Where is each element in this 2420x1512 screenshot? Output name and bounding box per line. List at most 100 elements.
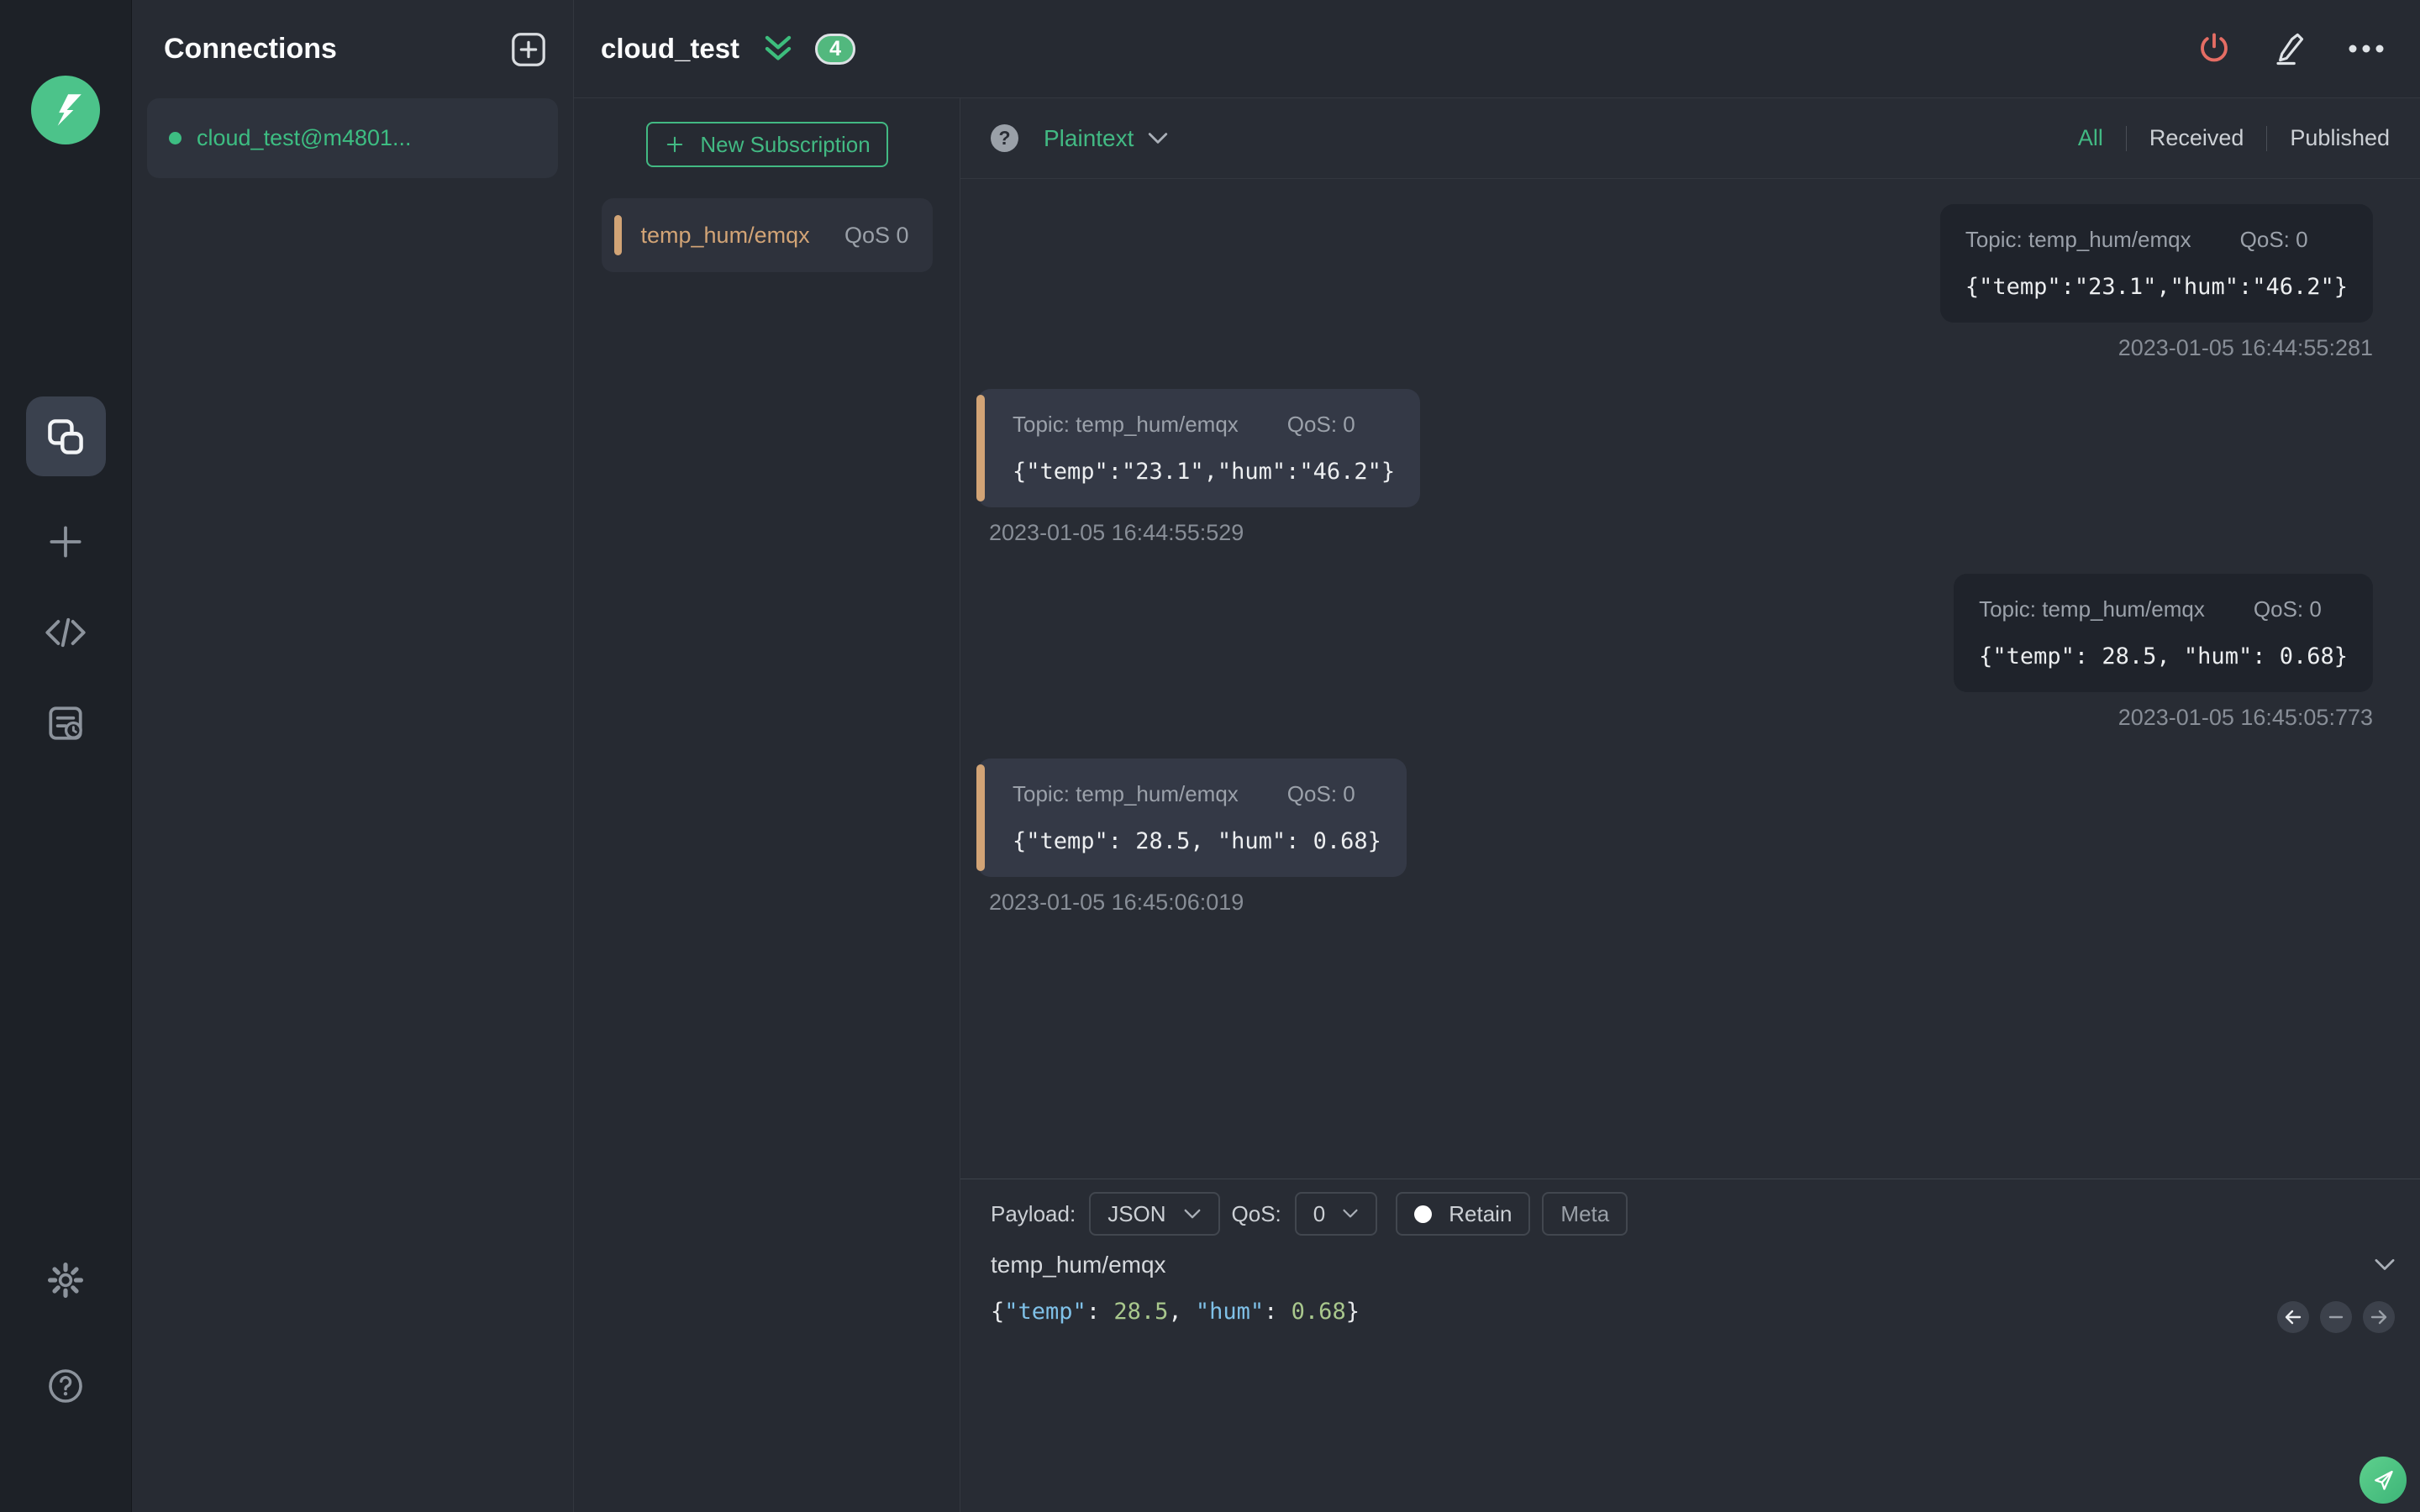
received-color-bar [976, 395, 985, 501]
message-payload: {"temp":"23.1","hum":"46.2"} [1013, 459, 1396, 485]
minus-icon [2328, 1315, 2344, 1319]
editor-token: } [1345, 1299, 1360, 1325]
mqttx-app: Connections cloud_test@m4801... cloud_te… [0, 0, 2420, 1512]
chevron-down-icon [1149, 132, 1168, 144]
message-bubble: Topic: temp_hum/emqx QoS: 0 {"temp":"23.… [976, 389, 1421, 507]
nav-rail-bottom-group [26, 1255, 106, 1411]
message-count-badge: 4 [815, 33, 856, 65]
message-published: Topic: temp_hum/emqx QoS: 0 {"temp": 28.… [977, 574, 2373, 731]
nav-rail [0, 0, 132, 1512]
nav-script-button[interactable] [26, 607, 106, 658]
mqttx-logo-icon [31, 76, 100, 144]
nav-rail-top-group [25, 396, 106, 748]
message-qos: QoS: 0 [1286, 781, 1355, 806]
collapse-editor-button[interactable] [2373, 1257, 2396, 1273]
filter-divider [2125, 125, 2127, 151]
nav-new-connection-button[interactable] [26, 517, 106, 567]
message-received: Topic: temp_hum/emqx QoS: 0 {"temp": 28.… [976, 759, 2373, 916]
messages-toolbar: ? Plaintext All Received Published [960, 98, 2420, 179]
message-published: Topic: temp_hum/emqx QoS: 0 {"temp":"23.… [977, 204, 2373, 361]
editor-token: : [1086, 1299, 1114, 1325]
new-subscription-label: New Subscription [700, 131, 871, 157]
message-meta: Topic: temp_hum/emqx QoS: 0 [1013, 781, 1381, 807]
history-prev-button[interactable] [2277, 1301, 2309, 1333]
received-color-bar [976, 764, 985, 871]
publish-panel: Payload: JSON QoS: 0 Retain Meta temp_hu… [960, 1179, 2420, 1512]
connection-topbar: cloud_test 4 [574, 0, 2420, 98]
message-qos: QoS: 0 [2239, 227, 2308, 252]
payload-format-select[interactable]: JSON [1089, 1192, 1220, 1236]
filter-received[interactable]: Received [2149, 125, 2244, 151]
gear-icon [48, 1263, 83, 1298]
retain-toggle[interactable]: Retain [1396, 1192, 1531, 1236]
editor-token: "hum" [1195, 1299, 1265, 1325]
qos-select[interactable]: 0 [1294, 1192, 1378, 1236]
message-bubble: Topic: temp_hum/emqx QoS: 0 {"temp":"23.… [1939, 204, 2373, 323]
connections-header: Connections [132, 0, 573, 98]
retain-radio-icon [1414, 1205, 1433, 1223]
connection-title: cloud_test [601, 33, 740, 64]
editor-token: { [991, 1299, 1005, 1325]
code-icon [45, 617, 86, 648]
plus-icon [50, 526, 82, 558]
message-payload: {"temp":"23.1","hum":"46.2"} [1965, 274, 2348, 300]
filter-divider [2266, 125, 2268, 151]
editor-token: , [1168, 1299, 1196, 1325]
paper-plane-icon [2375, 1470, 2393, 1490]
new-subscription-button[interactable]: New Subscription [645, 122, 888, 167]
connection-view: cloud_test 4 New Subscription temp_hum/e… [574, 0, 2420, 1512]
message-topic: Topic: temp_hum/emqx [1013, 412, 1239, 437]
editor-token: : [1264, 1299, 1292, 1325]
more-options-button[interactable] [2348, 40, 2385, 57]
mqttx-bolt-icon [57, 94, 82, 126]
subscription-item[interactable]: temp_hum/emqx QoS 0 [601, 198, 933, 272]
collapse-details-button[interactable] [761, 34, 795, 64]
filter-published[interactable]: Published [2290, 125, 2390, 151]
editor-token: 28.5 [1113, 1299, 1169, 1325]
message-timestamp: 2023-01-05 16:45:05:773 [2118, 705, 2373, 730]
chevron-down-icon [1184, 1209, 1200, 1218]
message-format-select[interactable]: Plaintext [1044, 125, 1169, 152]
message-meta: Topic: temp_hum/emqx QoS: 0 [1013, 412, 1395, 438]
topic-input[interactable]: temp_hum/emqx [991, 1252, 1166, 1278]
connection-status-dot [169, 132, 182, 144]
double-chevron-down-icon [765, 35, 792, 60]
chevron-down-icon [1343, 1209, 1358, 1218]
arrow-right-icon [2370, 1310, 2387, 1325]
message-payload: {"temp": 28.5, "hum": 0.68} [1013, 828, 1381, 854]
filter-all[interactable]: All [2078, 125, 2103, 151]
send-button[interactable] [2360, 1457, 2407, 1504]
nav-connections-button[interactable] [25, 396, 106, 476]
retain-label: Retain [1449, 1200, 1512, 1226]
arrow-left-icon [2285, 1310, 2302, 1325]
nav-log-button[interactable] [26, 698, 106, 748]
settings-button[interactable] [26, 1255, 106, 1305]
connection-list-item[interactable]: cloud_test@m4801... [147, 98, 558, 178]
connections-panel: Connections cloud_test@m4801... [132, 0, 574, 1512]
meta-button[interactable]: Meta [1542, 1192, 1628, 1236]
editor-token: 0.68 [1291, 1299, 1346, 1325]
connection-name: cloud_test@m4801... [197, 125, 412, 150]
message-received: Topic: temp_hum/emqx QoS: 0 {"temp":"23.… [976, 389, 2373, 546]
message-topic: Topic: temp_hum/emqx [1965, 227, 2191, 252]
topbar-actions [2196, 31, 2385, 66]
message-qos: QoS: 0 [2253, 596, 2322, 622]
message-meta: Topic: temp_hum/emqx QoS: 0 [1979, 596, 2348, 622]
payload-editor[interactable]: {"temp": 28.5, "hum": 0.68} [991, 1299, 2390, 1325]
edit-connection-button[interactable] [2272, 31, 2307, 66]
history-next-button[interactable] [2363, 1301, 2395, 1333]
editor-token: "temp" [1004, 1299, 1086, 1325]
chevron-down-icon [2375, 1259, 2395, 1270]
add-connection-button[interactable] [509, 30, 548, 69]
message-format-value: Plaintext [1044, 124, 1134, 151]
message-qos: QoS: 0 [1286, 412, 1355, 437]
disconnect-button[interactable] [2196, 31, 2232, 66]
subscription-topic: temp_hum/emqx [640, 222, 810, 248]
payload-format-help-icon[interactable]: ? [991, 124, 1018, 152]
meta-label: Meta [1560, 1200, 1610, 1226]
messages-column: ? Plaintext All Received Published Topic… [960, 98, 2420, 1512]
history-clear-button[interactable] [2320, 1301, 2352, 1333]
plus-icon [667, 136, 683, 153]
help-button[interactable] [26, 1361, 106, 1411]
payload-format-label: Payload: [991, 1200, 1076, 1226]
